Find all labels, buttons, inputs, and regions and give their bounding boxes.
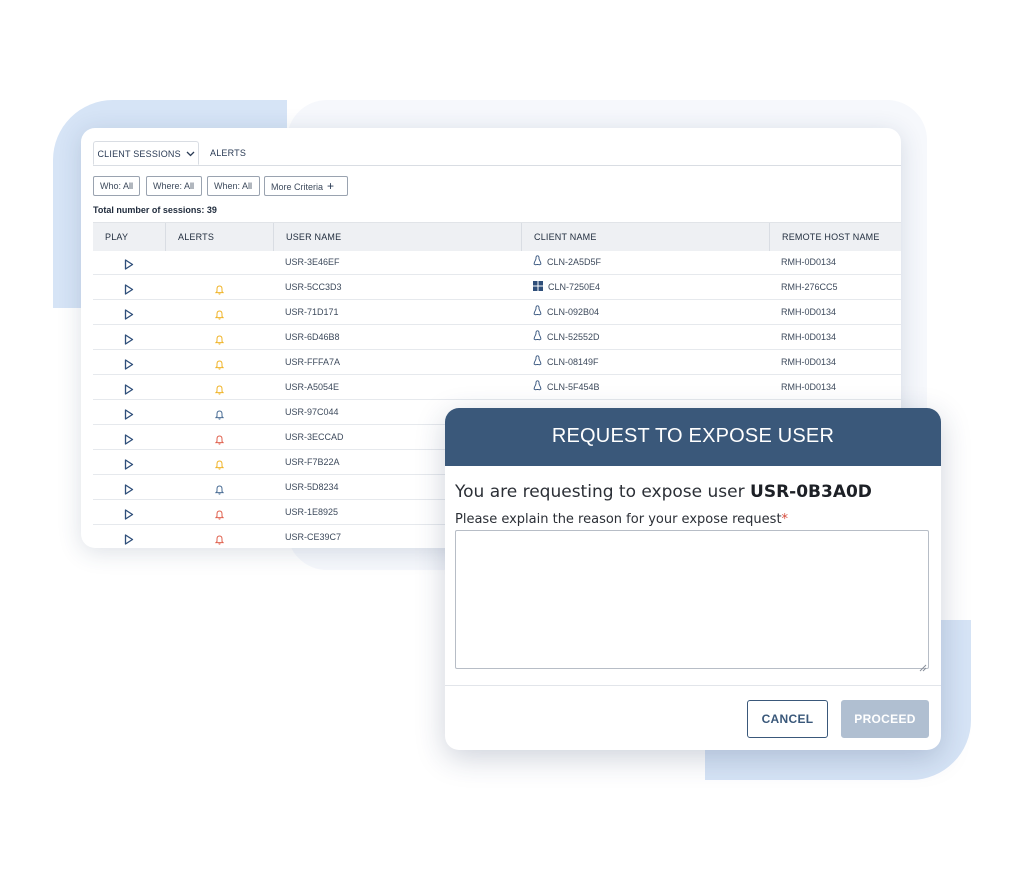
dialog-divider (445, 685, 941, 686)
user-name-cell: USR-6D46B8 (285, 332, 340, 342)
user-name-cell: USR-3ECCAD (285, 432, 344, 442)
remote-host-name-cell: RMH-0D0134 (781, 307, 837, 317)
play-icon[interactable] (124, 432, 134, 450)
table-row[interactable]: USR-71D171 CLN-092B04 RMH-0D0134 (93, 300, 901, 325)
client-name-cell: CLN-08149F (533, 350, 599, 375)
user-name-cell: USR-71D171 (285, 307, 339, 317)
remote-host-name-cell: RMH-0D0134 (781, 257, 837, 267)
user-name-cell: USR-CE39C7 (285, 532, 342, 542)
linux-icon (533, 326, 542, 350)
bell-icon[interactable] (214, 307, 225, 325)
table-row[interactable]: USR-FFFA7A CLN-08149F RMH-0D0134 (93, 350, 901, 375)
table-header: PLAY ALERTS USER NAME CLIENT NAME REMOTE… (93, 222, 901, 251)
linux-icon (533, 301, 542, 325)
bell-icon[interactable] (214, 532, 225, 548)
client-name-text: CLN-2A5D5F (547, 257, 602, 267)
column-header-remote-host-name[interactable]: REMOTE HOST NAME (769, 223, 901, 251)
plus-icon: + (327, 179, 335, 193)
client-name-text: CLN-08149F (547, 357, 599, 367)
dialog-title: REQUEST TO EXPOSE USER (445, 408, 941, 466)
bell-icon[interactable] (214, 507, 225, 525)
bell-icon[interactable] (214, 357, 225, 375)
user-name-cell: USR-FFFA7A (285, 357, 341, 367)
table-row[interactable]: USR-A5054E CLN-5F454B RMH-0D0134 (93, 375, 901, 400)
expose-user-dialog: REQUEST TO EXPOSE USER You are requestin… (445, 408, 941, 750)
linux-icon (533, 351, 542, 375)
bell-icon[interactable] (214, 482, 225, 500)
tab-client-sessions[interactable]: CLIENT SESSIONS (93, 141, 199, 165)
client-name-text: CLN-5F454B (547, 382, 600, 392)
user-name-cell: USR-A5054E (285, 382, 340, 392)
play-icon[interactable] (124, 357, 134, 375)
bell-icon[interactable] (214, 382, 225, 400)
remote-host-name-cell: RMH-0D0134 (781, 357, 837, 367)
required-marker: * (781, 512, 789, 527)
play-icon[interactable] (124, 282, 134, 300)
client-name-cell: CLN-7250E4 (533, 275, 600, 300)
cancel-button[interactable]: CANCEL (747, 700, 828, 738)
client-name-cell: CLN-5F454B (533, 375, 600, 400)
table-row[interactable]: USR-5CC3D3 CLN-7250E4 RMH-276CC5 (93, 275, 901, 300)
client-name-cell: CLN-092B04 (533, 300, 599, 325)
play-icon[interactable] (124, 332, 134, 350)
filter-when-button[interactable]: When: All (207, 176, 260, 196)
play-icon[interactable] (124, 257, 134, 275)
client-name-cell: CLN-2A5D5F (533, 250, 601, 275)
dialog-prompt-text: You are requesting to expose user (455, 482, 751, 502)
play-icon[interactable] (124, 507, 134, 525)
column-header-user-name[interactable]: USER NAME (273, 223, 521, 251)
column-header-alerts[interactable]: ALERTS (165, 223, 273, 251)
windows-icon (533, 276, 543, 300)
table-row[interactable]: USR-6D46B8 CLN-52552D RMH-0D0134 (93, 325, 901, 350)
client-name-text: CLN-52552D (547, 332, 600, 342)
bell-icon[interactable] (214, 282, 225, 300)
dialog-prompt: You are requesting to expose user USR-0B… (455, 482, 872, 502)
tab-bar: CLIENT SESSIONS ALERTS (93, 141, 901, 166)
total-sessions-count: Total number of sessions: 39 (93, 205, 217, 215)
bell-icon[interactable] (214, 457, 225, 475)
more-criteria-label: More Criteria (271, 182, 324, 192)
user-name-cell: USR-5D8234 (285, 482, 339, 492)
proceed-button[interactable]: PROCEED (841, 700, 929, 738)
table-row[interactable]: USR-3E46EF CLN-2A5D5F RMH-0D0134 (93, 250, 901, 275)
remote-host-name-cell: RMH-276CC5 (781, 282, 838, 292)
user-name-cell: USR-1E8925 (285, 507, 339, 517)
filter-where-button[interactable]: Where: All (146, 176, 202, 196)
user-name-cell: USR-F7B22A (285, 457, 340, 467)
remote-host-name-cell: RMH-0D0134 (781, 332, 837, 342)
client-name-text: CLN-092B04 (547, 307, 600, 317)
play-icon[interactable] (124, 457, 134, 475)
bell-icon[interactable] (214, 332, 225, 350)
linux-icon (533, 376, 542, 400)
play-icon[interactable] (124, 532, 134, 548)
reason-label: Please explain the reason for your expos… (455, 512, 788, 527)
play-icon[interactable] (124, 307, 134, 325)
remote-host-name-cell: RMH-0D0134 (781, 382, 837, 392)
more-criteria-button[interactable]: More Criteria + (264, 176, 348, 196)
play-icon[interactable] (124, 407, 134, 425)
reason-label-text: Please explain the reason for your expos… (455, 512, 782, 527)
client-name-cell: CLN-52552D (533, 325, 600, 350)
play-icon[interactable] (124, 382, 134, 400)
exposed-user-id: USR-0B3A0D (750, 482, 872, 502)
user-name-cell: USR-5CC3D3 (285, 282, 342, 292)
tab-client-sessions-label: CLIENT SESSIONS (97, 149, 181, 159)
bell-icon[interactable] (214, 432, 225, 450)
chevron-down-icon (186, 142, 195, 166)
tab-alerts[interactable]: ALERTS (210, 141, 246, 165)
user-name-cell: USR-97C044 (285, 407, 339, 417)
column-header-play[interactable]: PLAY (93, 223, 165, 251)
column-header-client-name[interactable]: CLIENT NAME (521, 223, 769, 251)
bell-icon[interactable] (214, 407, 225, 425)
play-icon[interactable] (124, 482, 134, 500)
reason-textarea[interactable] (455, 530, 929, 669)
linux-icon (533, 251, 542, 275)
user-name-cell: USR-3E46EF (285, 257, 340, 267)
resize-handle-icon[interactable] (919, 659, 927, 677)
client-name-text: CLN-7250E4 (548, 282, 601, 292)
filter-who-button[interactable]: Who: All (93, 176, 140, 196)
